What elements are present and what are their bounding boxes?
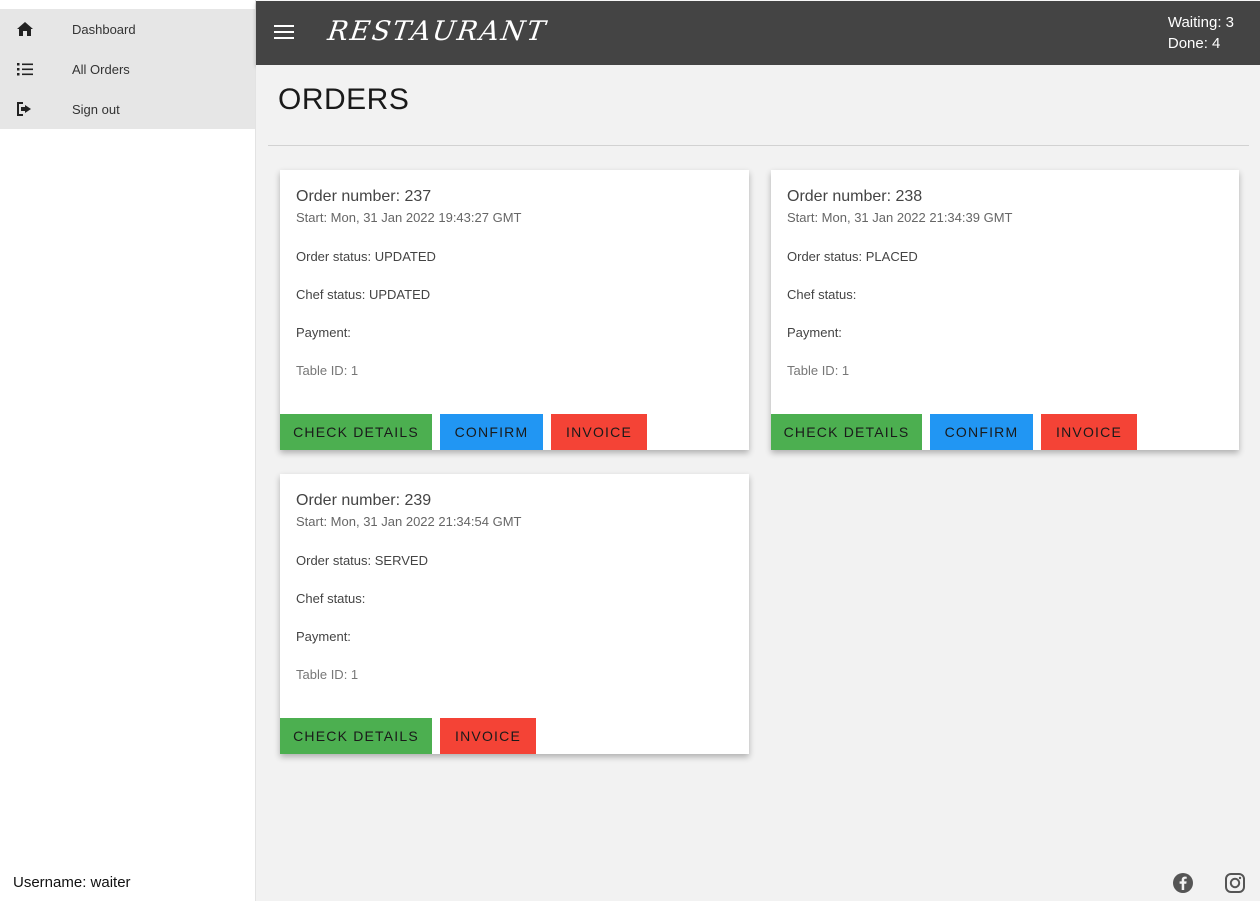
order-status: Order status: SERVED <box>296 553 428 568</box>
main-content: ORDERS Order number: 237 Start: Mon, 31 … <box>256 65 1260 901</box>
check-details-button[interactable]: CHECK DETAILS <box>771 414 922 450</box>
order-number: Order number: 237 <box>296 188 432 205</box>
order-card: Order number: 239 Start: Mon, 31 Jan 202… <box>280 474 749 754</box>
invoice-button[interactable]: INVOICE <box>1041 414 1137 450</box>
invoice-button[interactable]: INVOICE <box>551 414 647 450</box>
order-number: Order number: 238 <box>787 188 923 205</box>
waiting-count: Waiting: 3 <box>1167 14 1234 31</box>
confirm-button[interactable]: CONFIRM <box>440 414 543 450</box>
check-details-button[interactable]: CHECK DETAILS <box>280 414 432 450</box>
instagram-icon[interactable] <box>1224 872 1246 894</box>
username-label: Username: waiter <box>13 874 131 891</box>
order-counts: Waiting: 3 Done: 4 <box>1168 12 1234 54</box>
payment-status: Payment: <box>296 325 351 340</box>
page-title: ORDERS <box>278 83 410 116</box>
table-id: Table ID: 1 <box>296 363 359 378</box>
payment-status: Payment: <box>787 325 842 340</box>
order-start-time: Start: Mon, 31 Jan 2022 21:34:54 GMT <box>296 514 522 529</box>
check-details-button[interactable]: CHECK DETAILS <box>280 718 432 754</box>
brand-logo: RESTAURANT <box>325 16 549 47</box>
order-card: Order number: 238 Start: Mon, 31 Jan 202… <box>771 170 1239 450</box>
sidebar-item-all-orders[interactable]: All Orders <box>0 49 255 89</box>
chef-status: Chef status: <box>787 287 857 302</box>
hamburger-menu-icon[interactable] <box>274 25 294 41</box>
sidebar-item-dashboard[interactable]: Dashboard <box>0 9 255 49</box>
sidebar-item-sign-out[interactable]: Sign out <box>0 89 255 129</box>
sidebar-item-label: Dashboard <box>72 21 136 37</box>
order-start-time: Start: Mon, 31 Jan 2022 19:43:27 GMT <box>296 210 522 225</box>
sidebar-item-label: Sign out <box>72 101 120 117</box>
payment-status: Payment: <box>296 629 351 644</box>
facebook-icon[interactable] <box>1172 872 1194 894</box>
chef-status: Chef status: UPDATED <box>296 287 431 302</box>
order-status: Order status: UPDATED <box>296 249 436 264</box>
table-id: Table ID: 1 <box>787 363 850 378</box>
invoice-button[interactable]: INVOICE <box>440 718 536 754</box>
app-header: RESTAURANT Waiting: 3 Done: 4 <box>256 1 1260 65</box>
list-icon <box>16 61 34 77</box>
table-id: Table ID: 1 <box>296 667 359 682</box>
home-icon <box>16 21 34 37</box>
order-number: Order number: 239 <box>296 492 432 509</box>
sidebar: Dashboard All Orders Sign out Username: <box>0 0 256 901</box>
confirm-button[interactable]: CONFIRM <box>930 414 1033 450</box>
social-links <box>1172 872 1246 894</box>
order-start-time: Start: Mon, 31 Jan 2022 21:34:39 GMT <box>787 210 1013 225</box>
done-count: Done: 4 <box>1167 35 1221 52</box>
divider <box>268 145 1249 146</box>
order-card: Order number: 237 Start: Mon, 31 Jan 202… <box>280 170 749 450</box>
chef-status: Chef status: <box>296 591 366 606</box>
order-status: Order status: PLACED <box>787 249 918 264</box>
sign-out-icon <box>16 101 34 117</box>
sidebar-nav: Dashboard All Orders Sign out <box>0 9 255 129</box>
sidebar-item-label: All Orders <box>72 61 130 77</box>
